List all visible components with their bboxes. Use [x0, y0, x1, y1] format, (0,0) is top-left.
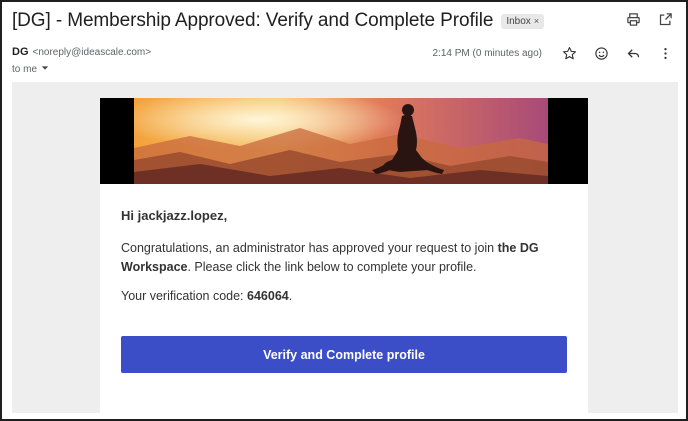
email-subject: [DG] - Membership Approved: Verify and C… — [12, 10, 494, 31]
top-actions — [624, 10, 674, 28]
emoji-icon[interactable] — [592, 44, 610, 62]
recipient-text: to me — [12, 63, 38, 75]
verification-code: 646064 — [247, 289, 289, 303]
approval-message: Congratulations, an administrator has ap… — [121, 239, 571, 277]
star-icon[interactable] — [560, 44, 578, 62]
caret-down-icon[interactable] — [41, 64, 49, 75]
printer-icon[interactable] — [624, 10, 642, 28]
recipient-row[interactable]: to me — [12, 62, 49, 76]
approval-text-suffix: . Please click the link below to complet… — [187, 260, 477, 274]
sender-email: <noreply@ideascale.com> — [32, 46, 152, 58]
close-icon[interactable]: × — [534, 16, 539, 26]
verification-code-label: Your verification code: — [121, 289, 248, 303]
email-card: Hi jackjazz.lopez, Congratulations, an a… — [100, 98, 588, 413]
email-window: [DG] - Membership Approved: Verify and C… — [0, 0, 688, 421]
verification-code-line: Your verification code: 646064. — [121, 289, 292, 303]
inbox-label-text: Inbox — [506, 15, 531, 27]
verify-complete-profile-button[interactable]: Verify and Complete profile — [121, 336, 567, 373]
greeting: Hi jackjazz.lopez, — [121, 208, 228, 223]
more-vert-icon[interactable] — [656, 44, 674, 62]
hero-image — [100, 98, 588, 184]
open-in-new-icon[interactable] — [656, 10, 674, 28]
inbox-label[interactable]: Inbox × — [501, 13, 545, 29]
timestamp: 2:14 PM (0 minutes ago) — [432, 47, 543, 59]
verification-code-period: . — [288, 289, 293, 303]
approval-text-prefix: Congratulations, an administrator has ap… — [121, 241, 498, 255]
email-body-canvas: Hi jackjazz.lopez, Congratulations, an a… — [12, 82, 678, 413]
subject-row: [DG] - Membership Approved: Verify and C… — [12, 8, 676, 34]
message-actions: 2:14 PM (0 minutes ago) — [433, 44, 675, 62]
sender-name: DG — [12, 46, 29, 58]
reply-icon[interactable] — [624, 44, 642, 62]
